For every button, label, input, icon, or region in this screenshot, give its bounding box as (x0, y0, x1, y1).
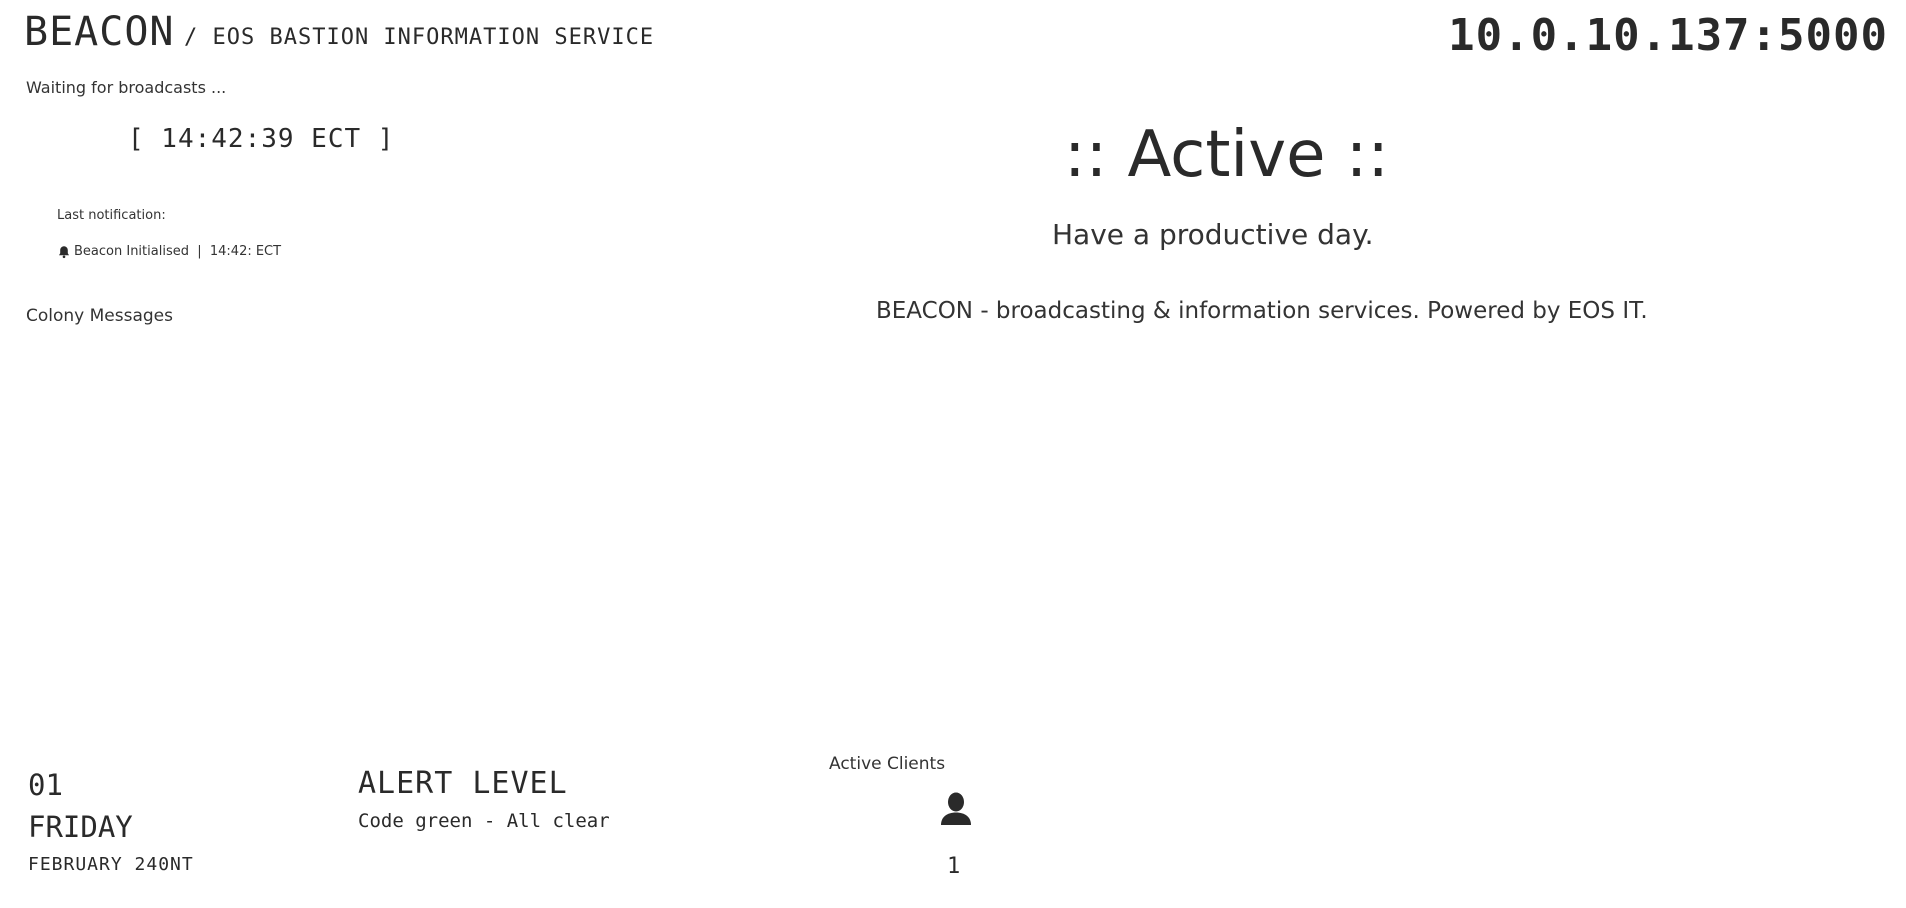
alert-level-text: Code green - All clear (358, 810, 610, 832)
greeting-text: Have a productive day. (1052, 218, 1374, 251)
active-clients-count: 1 (947, 854, 961, 879)
active-clients-label: Active Clients (829, 754, 946, 774)
alert-level-title: ALERT LEVEL (358, 766, 568, 801)
status-heading: :: Active :: (1064, 118, 1389, 192)
brand-title: BEACON (24, 9, 175, 55)
colony-messages-label: Colony Messages (26, 306, 173, 326)
date-weekday: FRIDAY (28, 810, 133, 844)
last-notification: Beacon Initialised | 14:42: ECT (57, 244, 281, 259)
broadcast-status: Waiting for broadcasts ... (26, 78, 227, 97)
last-notification-text: Beacon Initialised | 14:42: ECT (74, 244, 282, 259)
date-day: 01 (28, 768, 63, 802)
last-notification-label: Last notification: (57, 208, 166, 223)
user-icon (938, 790, 974, 826)
server-address: 10.0.10.137:5000 (1448, 10, 1888, 61)
bell-icon (57, 245, 71, 259)
service-tagline: BEACON - broadcasting & information serv… (876, 298, 1648, 324)
date-month-year: FEBRUARY 240NT (28, 854, 194, 875)
clock: [ 14:42:39 ECT ] (128, 124, 395, 154)
brand-subtitle: / EOS BASTION INFORMATION SERVICE (184, 25, 655, 50)
